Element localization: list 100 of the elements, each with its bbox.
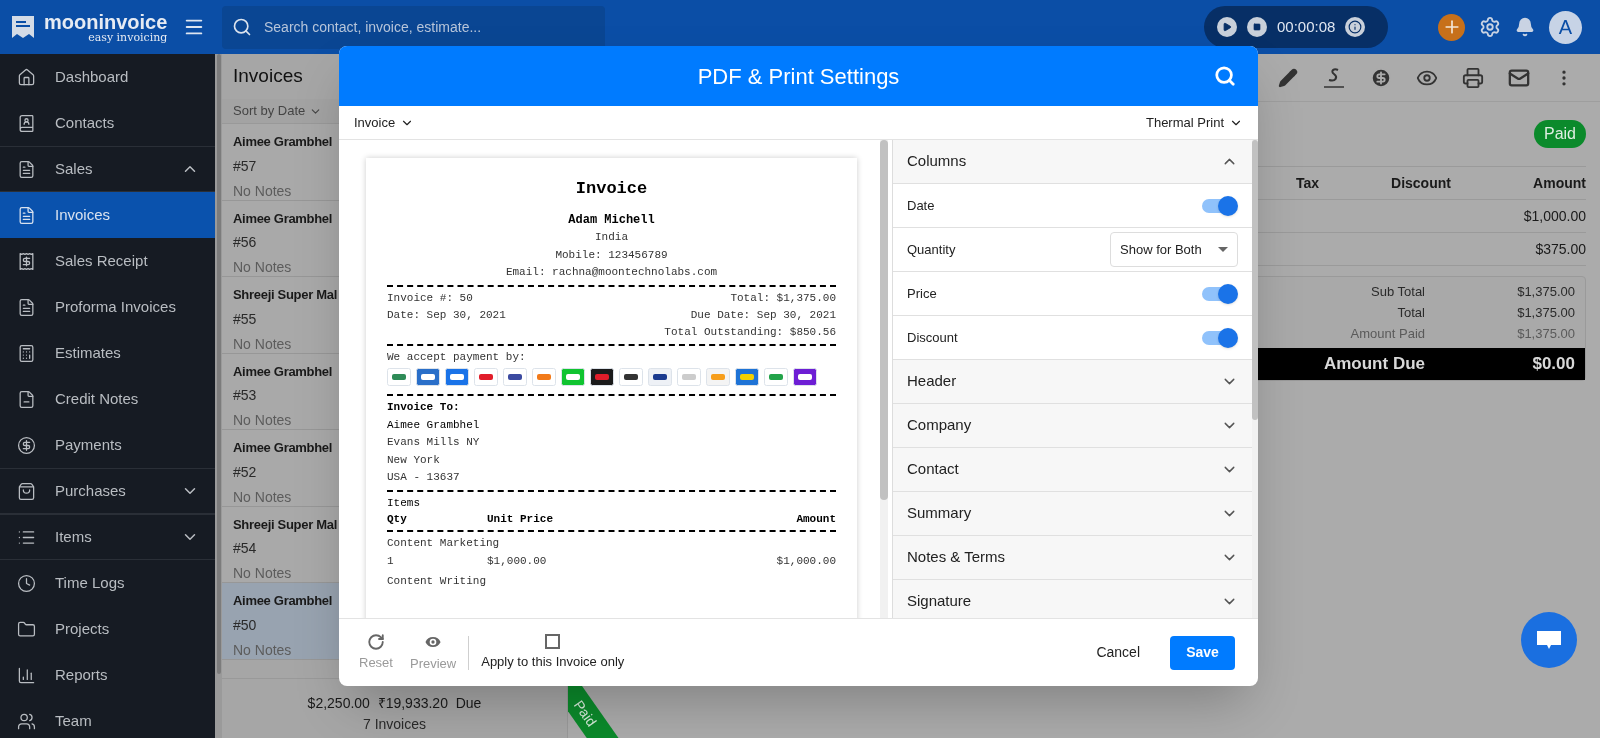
company-detail: Email: rachna@moontechnolabs.com — [504, 265, 719, 280]
sidebar-item[interactable]: Credit Notes — [0, 376, 215, 422]
payment-logo-icon — [474, 368, 498, 386]
sidebar-label: Projects — [55, 618, 110, 639]
checkbox[interactable] — [545, 633, 561, 649]
sidebar-label: Reports — [55, 664, 108, 685]
invoice-number: #57 — [233, 156, 257, 176]
sidebar-item[interactable]: Time Logs — [0, 560, 215, 606]
invoice-number: #54 — [233, 539, 257, 558]
company-detail: India — [594, 230, 629, 245]
sidebar-item[interactable]: Items — [0, 514, 215, 560]
client-name: Aimee Grambhel — [233, 362, 333, 381]
dollar-icon[interactable] — [1370, 66, 1392, 89]
info-icon — [1348, 20, 1363, 34]
sidebar-item[interactable]: Payments — [0, 422, 215, 468]
sidebar-item[interactable]: Reports — [0, 652, 215, 698]
section-header[interactable]: Signature — [893, 580, 1252, 618]
invoice-count: 7 Invoices — [362, 714, 426, 734]
document-icon — [17, 159, 36, 179]
folder-icon — [17, 619, 36, 639]
item-amount: $1,000.00 — [776, 553, 836, 569]
payment-logo-icon — [764, 368, 788, 386]
sidebar-item[interactable]: Team — [0, 698, 215, 738]
document-type-dropdown[interactable]: Invoice — [354, 112, 415, 133]
sidebar-item[interactable]: Sales Receipt — [0, 238, 215, 284]
payment-logo-icon — [677, 368, 701, 386]
signature-icon[interactable] — [1322, 66, 1346, 89]
payment-logo-icon — [590, 368, 614, 386]
chat-bubble-icon — [1536, 629, 1562, 651]
summary-value: $1,375.00 — [1516, 324, 1575, 343]
bill-to-address: New York — [387, 452, 441, 468]
section-header[interactable]: Summary — [893, 492, 1252, 536]
client-name: Shreeji Super Mal — [233, 286, 337, 304]
sidebar-item[interactable]: Invoices — [0, 192, 215, 238]
sidebar-label: Contacts — [55, 112, 115, 133]
receipt-icon — [17, 251, 36, 271]
section-header[interactable]: Notes & Terms — [893, 536, 1252, 580]
sidebar-label: Payments — [55, 434, 122, 455]
save-button[interactable]: Save — [1170, 635, 1235, 670]
column-header: Discount — [1390, 173, 1452, 193]
play-icon — [1222, 22, 1232, 32]
app-tagline: easy invoicing — [88, 31, 168, 43]
people-icon — [17, 711, 36, 731]
play-button[interactable] — [1217, 17, 1237, 37]
section-header[interactable]: Company — [893, 404, 1252, 448]
chat-button[interactable] — [1521, 612, 1577, 668]
caret-icon — [1218, 247, 1228, 252]
company-detail: Mobile: 123456789 — [554, 247, 669, 263]
search-icon[interactable] — [1214, 65, 1236, 87]
pencil-icon[interactable] — [1278, 67, 1298, 88]
column-setting-label: Price — [907, 284, 937, 303]
add-button[interactable] — [1438, 13, 1465, 41]
refresh-icon — [367, 632, 385, 651]
payment-logo-icon — [503, 368, 527, 386]
toggle-switch[interactable] — [1202, 283, 1238, 304]
info-button[interactable] — [1345, 17, 1366, 37]
sidebar-item[interactable]: Proforma Invoices — [0, 284, 215, 330]
client-name: Shreeji Super Mal — [233, 515, 337, 534]
scrollbar-thumb[interactable] — [880, 140, 888, 500]
section-header[interactable]: Contact — [893, 448, 1252, 492]
invoice-notes: No Notes — [233, 411, 292, 430]
sidebar-item[interactable]: Estimates — [0, 330, 215, 376]
section-header[interactable]: Columns — [893, 140, 1252, 184]
quantity-select[interactable]: Show for Both — [1110, 232, 1238, 267]
search-input[interactable]: Search contact, invoice, estimate... — [264, 16, 595, 38]
clock-icon — [17, 573, 36, 593]
section-header[interactable]: Header — [893, 360, 1252, 404]
sidebar-label: Sales Receipt — [55, 250, 148, 271]
payment-logo-icon — [387, 368, 411, 386]
invoice-notes: No Notes — [233, 640, 292, 660]
payment-logo-icon — [532, 368, 556, 386]
avatar[interactable]: A — [1549, 10, 1582, 44]
sidebar-item[interactable]: Contacts — [0, 100, 215, 146]
payment-logo-icon — [793, 368, 817, 386]
sidebar-item[interactable]: Purchases — [0, 468, 215, 514]
settings-icon[interactable] — [1479, 16, 1501, 38]
document-icon — [17, 297, 36, 317]
invoice-meta: Total: $1,375.00 — [730, 290, 836, 306]
company-name: Adam Michell — [567, 211, 656, 229]
bell-icon[interactable] — [1515, 17, 1535, 37]
cancel-button[interactable]: Cancel — [1084, 634, 1152, 671]
item-column-header: Amount — [796, 512, 836, 527]
sidebar-label: Invoices — [55, 204, 111, 225]
summary-label: Sub Total — [1370, 282, 1425, 301]
item-name: Content Marketing — [387, 536, 501, 551]
search-field[interactable]: Search contact, invoice, estimate... — [222, 5, 605, 49]
invoice-notes: No Notes — [233, 181, 292, 201]
invoice-number: #55 — [233, 309, 257, 329]
invoice-notes: No Notes — [233, 258, 292, 277]
amount-due-label: Amount Due — [1322, 353, 1425, 376]
sidebar-item[interactable]: Projects — [0, 606, 215, 652]
printer-icon[interactable] — [1462, 66, 1484, 89]
sort-dropdown[interactable]: Sort by Date — [233, 101, 323, 121]
sidebar-item[interactable]: Dashboard — [0, 54, 215, 100]
print-format-dropdown[interactable]: Thermal Print — [1145, 112, 1243, 133]
toggle-switch[interactable] — [1202, 327, 1238, 348]
scrollbar-thumb[interactable] — [1252, 140, 1258, 420]
stop-button[interactable] — [1247, 17, 1267, 37]
toggle-switch[interactable] — [1202, 195, 1238, 216]
stop-icon — [1253, 23, 1261, 31]
